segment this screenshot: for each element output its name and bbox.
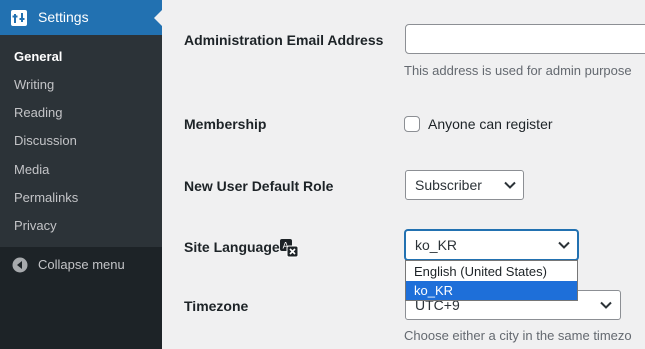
chevron-down-icon: [558, 241, 570, 249]
admin-email-input[interactable]: [405, 24, 645, 54]
timezone-description: Choose either a city in the same timezo: [404, 328, 632, 343]
site-language-label: Site Language: [184, 239, 280, 255]
site-language-value: ko_KR: [415, 237, 458, 253]
collapse-menu-button[interactable]: Collapse menu: [0, 247, 162, 283]
timezone-label: Timezone: [184, 298, 249, 314]
menu-settings[interactable]: Settings: [0, 0, 162, 35]
submenu-item-discussion[interactable]: Discussion: [14, 133, 77, 148]
chevron-down-icon: [504, 181, 516, 189]
membership-label: Membership: [184, 116, 267, 132]
default-role-select[interactable]: Subscriber: [405, 170, 524, 200]
site-language-select[interactable]: ko_KR: [405, 230, 578, 260]
menu-settings-label: Settings: [38, 9, 89, 25]
submenu-item-reading[interactable]: Reading: [14, 105, 62, 120]
submenu-item-writing[interactable]: Writing: [14, 77, 54, 92]
submenu-item-permalinks[interactable]: Permalinks: [14, 190, 78, 205]
settings-icon: [11, 10, 27, 26]
anyone-can-register-checkbox[interactable]: [404, 116, 420, 132]
default-role-label: New User Default Role: [184, 178, 334, 194]
chevron-down-icon: [600, 301, 612, 309]
submenu-item-privacy[interactable]: Privacy: [14, 218, 57, 233]
admin-email-description: This address is used for admin purpose: [404, 63, 632, 78]
admin-sidebar: Settings General Writing Reading Discuss…: [0, 0, 162, 349]
language-option-ko-kr[interactable]: ko_KR: [406, 281, 577, 300]
settings-submenu: General Writing Reading Discussion Media…: [0, 35, 162, 247]
translation-icon: A: [280, 239, 299, 258]
language-option-english[interactable]: English (United States): [406, 262, 577, 281]
default-role-value: Subscriber: [415, 177, 482, 193]
submenu-item-general[interactable]: General: [14, 49, 62, 64]
site-language-dropdown: English (United States) ko_KR: [405, 260, 578, 301]
submenu-item-media[interactable]: Media: [14, 162, 49, 177]
anyone-can-register-label[interactable]: Anyone can register: [428, 116, 553, 132]
current-menu-arrow: [154, 10, 162, 26]
admin-email-label: Administration Email Address: [184, 32, 384, 48]
collapse-arrow-icon: [12, 257, 28, 273]
collapse-menu-label: Collapse menu: [38, 257, 125, 272]
